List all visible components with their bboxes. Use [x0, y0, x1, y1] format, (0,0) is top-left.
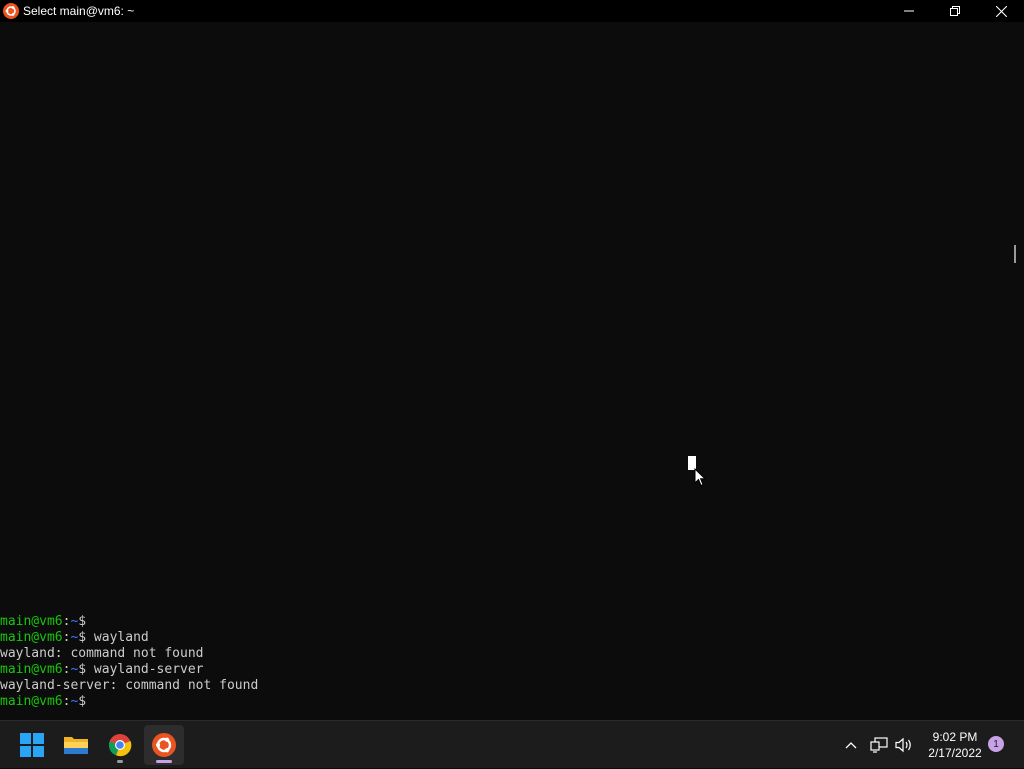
window-title: Select main@vm6: ~ — [23, 4, 135, 18]
ubuntu-terminal-button[interactable] — [144, 725, 184, 765]
terminal-scrollbar[interactable] — [1006, 22, 1024, 718]
windows-logo-icon — [20, 733, 44, 757]
chrome-icon — [108, 734, 132, 757]
chevron-up-icon — [845, 742, 857, 749]
minimize-icon — [904, 10, 914, 12]
prompt-user: main@vm6 — [0, 614, 63, 629]
folder-icon — [64, 737, 88, 754]
terminal-line: main@vm6:~$ — [0, 694, 86, 709]
network-button[interactable] — [868, 721, 890, 769]
terminal-area[interactable]: main@vm6:~$ main@vm6:~$ wayland wayland:… — [0, 22, 1006, 718]
ubuntu-icon — [3, 3, 19, 19]
restore-button[interactable] — [932, 0, 978, 22]
prompt-user: main@vm6 — [0, 630, 63, 645]
taskbar: 9:02 PM 2/17/2022 — [0, 720, 1024, 768]
volume-button[interactable] — [893, 721, 915, 769]
clock-date: 2/17/2022 — [928, 746, 982, 760]
chrome-button[interactable] — [100, 725, 140, 765]
close-icon — [995, 5, 1007, 17]
restore-icon — [950, 6, 960, 16]
mouse-pointer-icon — [694, 468, 706, 487]
clock-time: 9:02 PM — [932, 730, 978, 744]
terminal-line: wayland: command not found — [0, 646, 204, 661]
file-explorer-button[interactable] — [56, 725, 96, 765]
start-button[interactable] — [12, 725, 52, 765]
prompt-user: main@vm6 — [0, 694, 63, 709]
notification-badge[interactable]: 1 — [988, 736, 1004, 752]
prompt-command: $ — [78, 694, 87, 709]
ubuntu-icon — [152, 733, 176, 757]
prompt-user: main@vm6 — [0, 662, 63, 677]
scrollbar-thumb[interactable] — [1014, 245, 1016, 263]
close-button[interactable] — [978, 0, 1024, 22]
show-hidden-icons-button[interactable] — [840, 721, 862, 769]
terminal-line: wayland-server: command not found — [0, 678, 259, 693]
network-icon — [870, 737, 888, 753]
prompt-command: $ — [78, 614, 87, 629]
terminal-line: main@vm6:~$ wayland — [0, 630, 149, 645]
title-bar[interactable]: Select main@vm6: ~ — [0, 0, 1024, 22]
prompt-command: $ wayland-server — [78, 662, 204, 677]
active-indicator — [156, 760, 172, 763]
running-indicator — [117, 760, 123, 763]
terminal-output: main@vm6:~$ main@vm6:~$ wayland wayland:… — [0, 614, 258, 710]
terminal-line: main@vm6:~$ wayland-server — [0, 662, 204, 677]
prompt-command: $ wayland — [78, 630, 149, 645]
volume-icon — [895, 737, 911, 753]
clock[interactable]: 9:02 PM 2/17/2022 — [920, 721, 990, 769]
minimize-button[interactable] — [886, 0, 932, 22]
terminal-line: main@vm6:~$ — [0, 614, 86, 629]
